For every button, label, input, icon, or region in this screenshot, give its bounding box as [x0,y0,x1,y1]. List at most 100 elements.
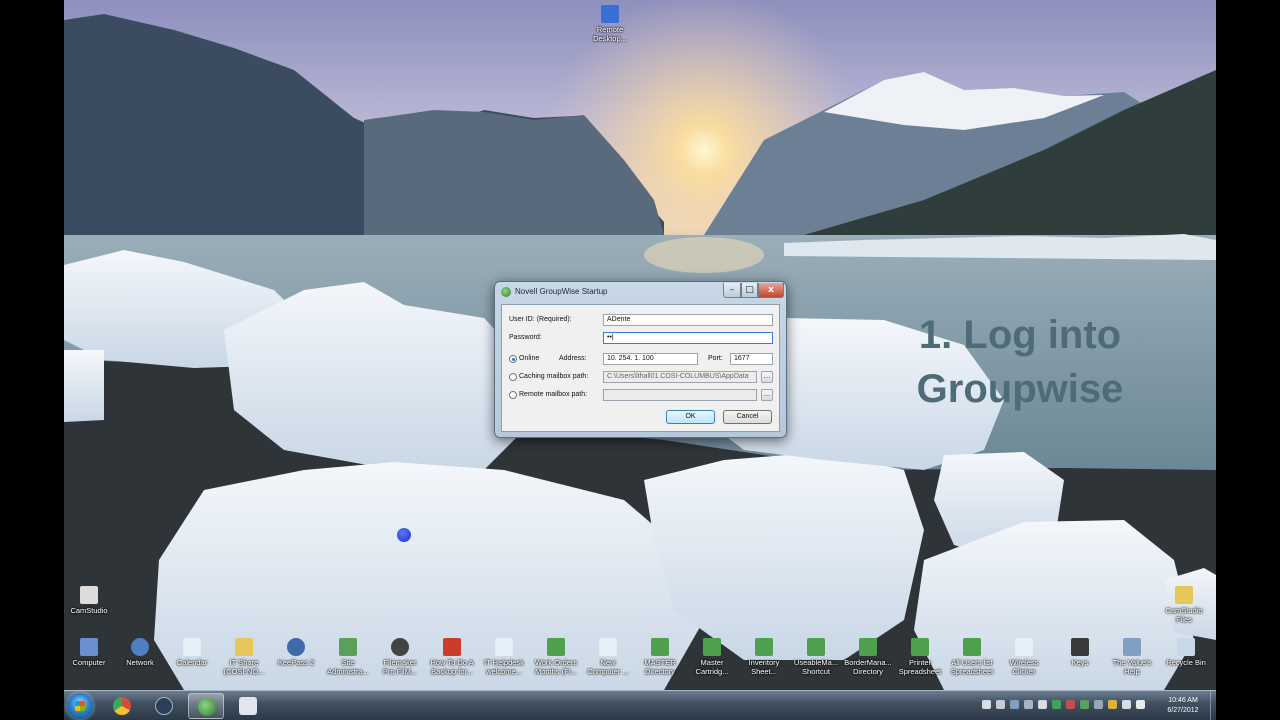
desktop-icon-how-to[interactable]: How To Do A Backup for... [424,638,480,676]
online-label: Online [519,355,540,362]
volume-tray-icon[interactable] [1136,700,1145,709]
desktop-icon-label: Site Administra... [327,658,369,676]
desktop-icon-recycle-bin[interactable]: Recycle Bin [1158,638,1214,667]
online-radio[interactable] [509,355,517,363]
desktop-icon-camstudio-files[interactable]: CamStudio Files [1156,586,1212,624]
taskbar: 10:46 AM 6/27/2012 [64,690,1216,720]
desktop-icon-site-admin[interactable]: Site Administra... [320,638,376,676]
desktop-icon-label: IT Helpdesk welcome... [484,658,524,676]
start-button[interactable] [67,693,93,719]
keepass-icon [287,638,305,656]
clock-date: 6/27/2012 [1167,707,1199,714]
spreadsheet-icon [963,638,981,656]
spreadsheet-icon [859,638,877,656]
caching-path-field[interactable]: C:\Users\lthall01.COSI-COLUMBUS\AppData [603,371,757,383]
taskbar-chrome[interactable] [104,693,140,719]
desktop-icon-all-users[interactable]: All Users list Spreadsheet [944,638,1000,676]
desktop-icon-keepass[interactable]: KeePass 2 [268,638,324,667]
tray-icon-5[interactable] [1038,700,1047,709]
tray-icon-3[interactable] [1010,700,1019,709]
caching-browse-button[interactable]: ... [761,371,773,383]
desktop-icon-work-orders[interactable]: Work Orders Months (FI... [528,638,584,676]
desktop-icon-label: Network [126,658,154,667]
show-desktop-button[interactable] [1210,691,1216,720]
desktop-icon-label: BorderMana... Directory [844,658,892,676]
spreadsheet-icon [807,638,825,656]
tray-icon-1[interactable] [982,700,991,709]
desktop-icon-calendar[interactable]: Calendar [164,638,220,667]
desktop-icon-label: All Users list Spreadsheet [950,658,994,676]
desktop-icon-label: Wireless Clicker [1009,658,1039,676]
desktop-icon-printer-spreadsheet[interactable]: Printer Spreadsheet [892,638,948,676]
desktop-icon-inventory[interactable]: Inventory Sheet... [736,638,792,676]
busy-cursor-icon [397,528,411,542]
address-field[interactable]: 10. 254. 1. 100 [603,353,698,365]
remote-browse-button[interactable]: ... [761,389,773,401]
desktop-icon-computer[interactable]: Computer [64,638,117,667]
desktop-icon-label: CamStudio Files [1165,606,1203,624]
desktop-icon-label: UseableMa... Shortcut [793,658,839,676]
desktop-icon-it-share[interactable]: IT Share (COSI-NO... [216,638,272,676]
cancel-button[interactable]: Cancel [723,410,772,424]
filemaker-icon [391,638,409,656]
tray-icon-2[interactable] [996,700,1005,709]
remote-path-field[interactable] [603,389,757,401]
tray-icon-7[interactable] [1066,700,1075,709]
password-label: Password: [509,334,542,341]
user-id-label: User ID: (Required): [509,316,572,323]
camstudio-icon [80,586,98,604]
desktop-icon-master-cartridge[interactable]: Master Cartridg... [684,638,740,676]
dialog-title: Novell GroupWise Startup [515,287,608,296]
minimize-button[interactable]: – [723,283,741,298]
spreadsheet-icon [547,638,565,656]
desktop-icon-filemaker[interactable]: Filemaker Pro FilM... [372,638,428,676]
desktop-icon-useable[interactable]: UseableMa... Shortcut [788,638,844,676]
caching-path-label: Caching mailbox path: [519,373,589,380]
desktop-icon-label: Filemaker Pro FilM... [382,658,418,676]
document-icon [1015,638,1033,656]
dialog-titlebar[interactable]: Novell GroupWise Startup – □ x [495,282,786,303]
remote-radio[interactable] [509,391,517,399]
port-label: Port: [708,355,723,362]
tray-icon-9[interactable] [1094,700,1103,709]
tt-app-icon [155,697,173,715]
password-field[interactable]: ••| [603,332,773,344]
caption-line-1: 1. Log into [918,313,1122,357]
desktop-icon-network[interactable]: Network [112,638,168,667]
tray-icon-4[interactable] [1024,700,1033,709]
folder-icon [1175,586,1193,604]
recycle-bin-icon [1177,638,1195,656]
caching-radio[interactable] [509,373,517,381]
pdf-icon [443,638,461,656]
close-button[interactable]: x [758,283,784,298]
computer-icon [80,638,98,656]
desktop-icon-label: IT Share (COSI-NO... [223,658,265,676]
port-field[interactable]: 1677 [730,353,773,365]
desktop-icon-label: CamStudio [70,606,108,615]
desktop-icon-new-computer[interactable]: New Computer ... [580,638,636,676]
desktop-icon-label: MASTER Directory [644,658,676,676]
taskbar-window[interactable] [230,693,266,719]
user-id-field[interactable]: ADente [603,314,773,326]
desktop-icon-tax-help[interactable]: The Value's Help [1104,638,1160,676]
taskbar-groupwise[interactable] [188,693,224,719]
tray-icon-8[interactable] [1080,700,1089,709]
desktop-icon-wireless[interactable]: Wireless Clicker [996,638,1052,676]
tray-icon-6[interactable] [1052,700,1061,709]
keys-icon [1071,638,1089,656]
network-tray-icon[interactable] [1122,700,1131,709]
desktop-icon-keys[interactable]: Keys [1052,638,1108,667]
clock[interactable]: 10:46 AM 6/27/2012 [1158,696,1208,716]
taskbar-tt-app[interactable] [146,693,182,719]
spreadsheet-icon [651,638,669,656]
desktop-icon-camstudio[interactable]: CamStudio [64,586,117,615]
tray-icon-10[interactable] [1108,700,1117,709]
desktop-icon-master-directory[interactable]: MASTER Directory [632,638,688,676]
ok-button[interactable]: OK [666,410,715,424]
document-icon [599,638,617,656]
desktop-icon-it-helpdesk[interactable]: IT Helpdesk welcome... [476,638,532,676]
desktop-icon-border[interactable]: BorderMana... Directory [840,638,896,676]
maximize-button[interactable]: □ [741,283,758,298]
desktop-icon-remote[interactable]: Remote Desktop... [582,5,638,43]
remote-path-label: Remote mailbox path: [519,391,588,398]
